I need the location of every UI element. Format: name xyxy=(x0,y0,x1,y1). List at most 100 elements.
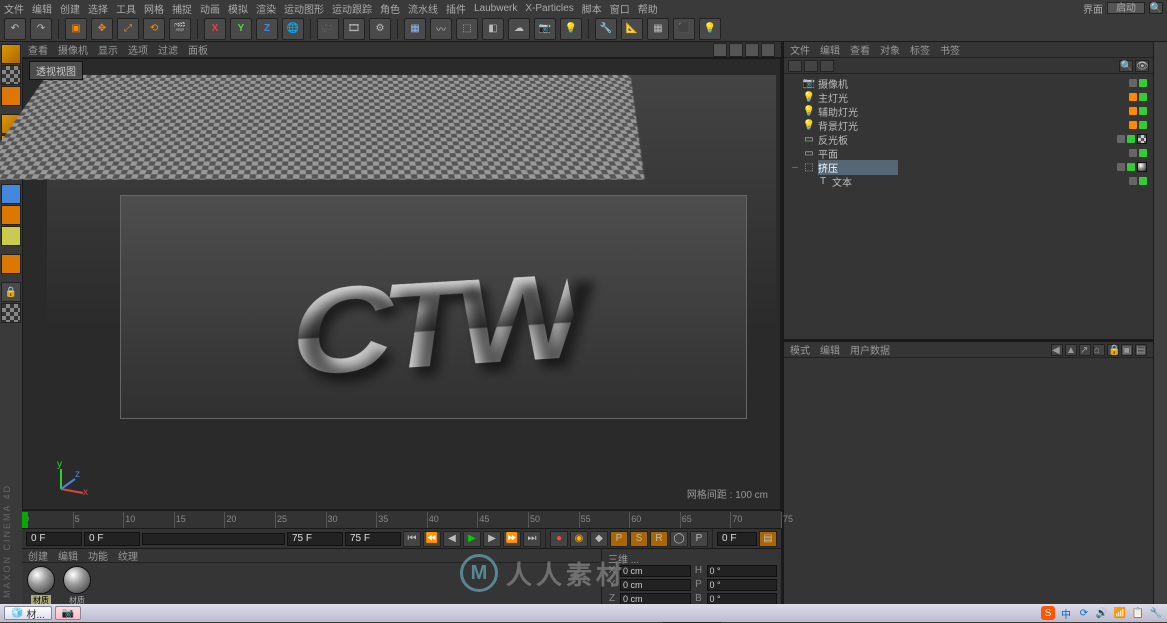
tool-a-icon[interactable]: 🔧 xyxy=(595,18,617,40)
mat-tab-create[interactable]: 创建 xyxy=(28,548,48,563)
obj-tab-tags[interactable]: 标签 xyxy=(910,42,930,57)
checker-tag-icon[interactable] xyxy=(1137,134,1147,144)
menu-snap[interactable]: 捕捉 xyxy=(172,1,192,16)
tray-clipboard-icon[interactable]: 📋 xyxy=(1131,606,1145,620)
menu-script[interactable]: 脚本 xyxy=(582,1,602,16)
visibility-dot[interactable] xyxy=(1139,177,1147,185)
tray-settings-icon[interactable]: 🔧 xyxy=(1149,606,1163,620)
object-name[interactable]: 反光板 xyxy=(818,132,898,147)
tree-row[interactable]: –⬚挤压 xyxy=(786,160,1151,174)
axis-y-toggle[interactable]: Y xyxy=(230,18,252,40)
menu-pipeline[interactable]: 流水线 xyxy=(408,1,438,16)
vp-menu-display[interactable]: 显示 xyxy=(98,42,118,57)
attr-nav-up-icon[interactable]: ▲ xyxy=(1065,344,1077,356)
visibility-dot[interactable] xyxy=(1129,177,1137,185)
menu-mesh[interactable]: 网格 xyxy=(144,1,164,16)
menu-plugins[interactable]: 插件 xyxy=(446,1,466,16)
tool-c-icon[interactable]: ▦ xyxy=(647,18,669,40)
object-name[interactable]: 文本 xyxy=(832,174,912,189)
visibility-dot[interactable] xyxy=(1139,93,1147,101)
object-name[interactable]: 摄像机 xyxy=(818,76,898,91)
add-environment-icon[interactable]: ☁ xyxy=(508,18,530,40)
texture-mode-icon[interactable] xyxy=(1,65,21,85)
render-settings-icon[interactable]: ⚙ xyxy=(369,18,391,40)
transport-extra-icon[interactable]: ▤ xyxy=(759,531,777,547)
select-tool-icon[interactable]: ▣ xyxy=(65,18,87,40)
rot-p-field[interactable] xyxy=(707,579,778,591)
tray-volume-icon[interactable]: 🔊 xyxy=(1095,606,1109,620)
add-cube-icon[interactable]: ▦ xyxy=(404,18,426,40)
recent-tool-icon[interactable]: 🎬 xyxy=(169,18,191,40)
mat-tab-edit[interactable]: 编辑 xyxy=(58,548,78,563)
object-name[interactable]: 背景灯光 xyxy=(818,118,898,133)
menu-edit[interactable]: 编辑 xyxy=(32,1,52,16)
add-spline-icon[interactable]: 〰 xyxy=(430,18,452,40)
menu-help[interactable]: 帮助 xyxy=(638,1,658,16)
end2-frame-field[interactable] xyxy=(717,532,757,546)
key-param-icon[interactable]: ◯ xyxy=(670,531,688,547)
taskbar-item[interactable]: 📷 xyxy=(55,606,81,620)
key-pos-icon[interactable]: P xyxy=(610,531,628,547)
render-pv-icon[interactable]: 🎞 xyxy=(343,18,365,40)
material-item[interactable]: 材质 xyxy=(61,566,93,606)
prev-key-icon[interactable]: ⏪ xyxy=(423,531,441,547)
goto-end-icon[interactable]: ⏭ xyxy=(523,531,541,547)
autokey-icon[interactable]: ◉ xyxy=(570,531,588,547)
layout-dropdown[interactable]: 启动 xyxy=(1107,2,1145,14)
attr-lock-icon[interactable]: 🔒 xyxy=(1107,344,1119,356)
end-frame-field[interactable] xyxy=(345,532,401,546)
taskbar-item[interactable]: 🧊材... xyxy=(4,606,52,620)
menu-window[interactable]: 窗口 xyxy=(610,1,630,16)
model-mode-icon[interactable] xyxy=(1,44,21,64)
key-rot-icon[interactable]: R xyxy=(650,531,668,547)
menu-simulate[interactable]: 模拟 xyxy=(228,1,248,16)
visibility-dot[interactable] xyxy=(1129,93,1137,101)
object-name[interactable]: 挤压 xyxy=(818,160,898,175)
visibility-dot[interactable] xyxy=(1129,121,1137,129)
vp-nav-icon[interactable] xyxy=(761,43,775,57)
menu-laubwerk[interactable]: Laubwerk xyxy=(474,3,517,14)
obj-tab-objects[interactable]: 对象 xyxy=(880,42,900,57)
object-name[interactable]: 主灯光 xyxy=(818,90,898,105)
visibility-dot[interactable] xyxy=(1117,163,1125,171)
axis-z-toggle[interactable]: Z xyxy=(256,18,278,40)
attr-nav-fwd-icon[interactable]: ↗ xyxy=(1079,344,1091,356)
expand-icon[interactable]: – xyxy=(790,162,800,173)
redo-button[interactable]: ↷ xyxy=(30,18,52,40)
key-pla-icon[interactable]: P xyxy=(690,531,708,547)
obj-tool-icon[interactable] xyxy=(804,60,818,72)
sphere-tag-icon[interactable] xyxy=(1137,162,1147,172)
vp-menu-panel[interactable]: 面板 xyxy=(188,42,208,57)
tree-row[interactable]: T文本 xyxy=(786,174,1151,188)
obj-tab-view[interactable]: 查看 xyxy=(850,42,870,57)
object-name[interactable]: 辅助灯光 xyxy=(818,104,898,119)
attr-home-icon[interactable]: ⌂ xyxy=(1093,344,1105,356)
obj-tab-file[interactable]: 文件 xyxy=(790,42,810,57)
vp-nav-icon[interactable] xyxy=(745,43,759,57)
tree-row[interactable]: 💡背景灯光 xyxy=(786,118,1151,132)
tray-network-icon[interactable]: 📶 xyxy=(1113,606,1127,620)
next-frame-icon[interactable]: ▶ xyxy=(483,531,501,547)
scale-tool-icon[interactable]: ⤢ xyxy=(117,18,139,40)
tray-sync-icon[interactable]: ⟳ xyxy=(1077,606,1091,620)
attr-menu-icon[interactable]: ▤ xyxy=(1135,344,1147,356)
vp-nav-icon[interactable] xyxy=(729,43,743,57)
tree-row[interactable]: 📷摄像机 xyxy=(786,76,1151,90)
tool-b-icon[interactable]: 📐 xyxy=(621,18,643,40)
vp-menu-view[interactable]: 查看 xyxy=(28,42,48,57)
tree-row[interactable]: ▭反光板 xyxy=(786,132,1151,146)
visibility-dot[interactable] xyxy=(1127,135,1135,143)
prev-frame-icon[interactable]: ◀ xyxy=(443,531,461,547)
attr-tab-userdata[interactable]: 用户数据 xyxy=(850,342,890,357)
visibility-dot[interactable] xyxy=(1139,121,1147,129)
visibility-dot[interactable] xyxy=(1129,149,1137,157)
material-item[interactable]: 材质 xyxy=(25,566,57,606)
tree-row[interactable]: ▭平面 xyxy=(786,146,1151,160)
tray-icon[interactable]: S xyxy=(1041,606,1055,620)
rotate-tool-icon[interactable]: ⟲ xyxy=(143,18,165,40)
workplane-mode-icon[interactable] xyxy=(1,86,21,106)
menu-file[interactable]: 文件 xyxy=(4,1,24,16)
visibility-dot[interactable] xyxy=(1139,149,1147,157)
viewport[interactable]: 透视视图 CTW y x z 网格间距 : 100 cm xyxy=(22,58,781,510)
vp-nav-icon[interactable] xyxy=(713,43,727,57)
